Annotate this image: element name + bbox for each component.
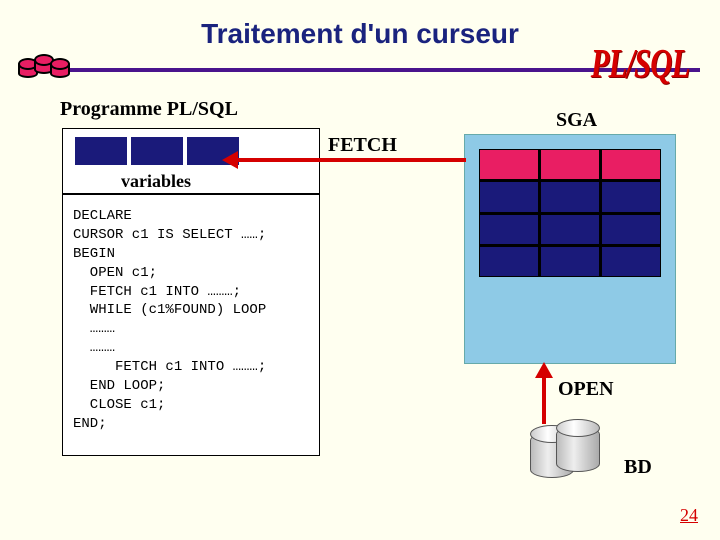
variable-cells — [75, 137, 239, 165]
sga-box — [464, 134, 676, 364]
sga-cell — [480, 182, 538, 211]
open-label: OPEN — [558, 378, 614, 401]
plsql-logo: PL/SQL — [591, 39, 690, 87]
sga-cell — [602, 182, 660, 211]
variables-label: variables — [121, 171, 191, 192]
sga-cell — [602, 150, 660, 179]
sga-cell — [541, 247, 599, 276]
sga-cell — [541, 215, 599, 244]
page-number: 24 — [680, 505, 698, 526]
sga-cell — [480, 150, 538, 179]
fetch-label: FETCH — [328, 134, 397, 157]
fetch-arrow-icon — [236, 158, 466, 162]
sga-cell — [480, 215, 538, 244]
sga-cell — [602, 247, 660, 276]
bd-label: BD — [624, 456, 652, 479]
open-arrow-icon — [542, 376, 546, 424]
program-label: Programme PL/SQL — [60, 98, 238, 121]
sga-grid — [479, 149, 661, 277]
sga-cell — [480, 247, 538, 276]
sga-label: SGA — [556, 109, 597, 132]
sga-cell — [541, 150, 599, 179]
db-mini-icon — [18, 56, 78, 82]
sga-cell — [541, 182, 599, 211]
sga-cell — [602, 215, 660, 244]
code-block: DECLARE CURSOR c1 IS SELECT ……; BEGIN OP… — [62, 194, 320, 456]
var-cell — [131, 137, 183, 165]
var-cell — [75, 137, 127, 165]
